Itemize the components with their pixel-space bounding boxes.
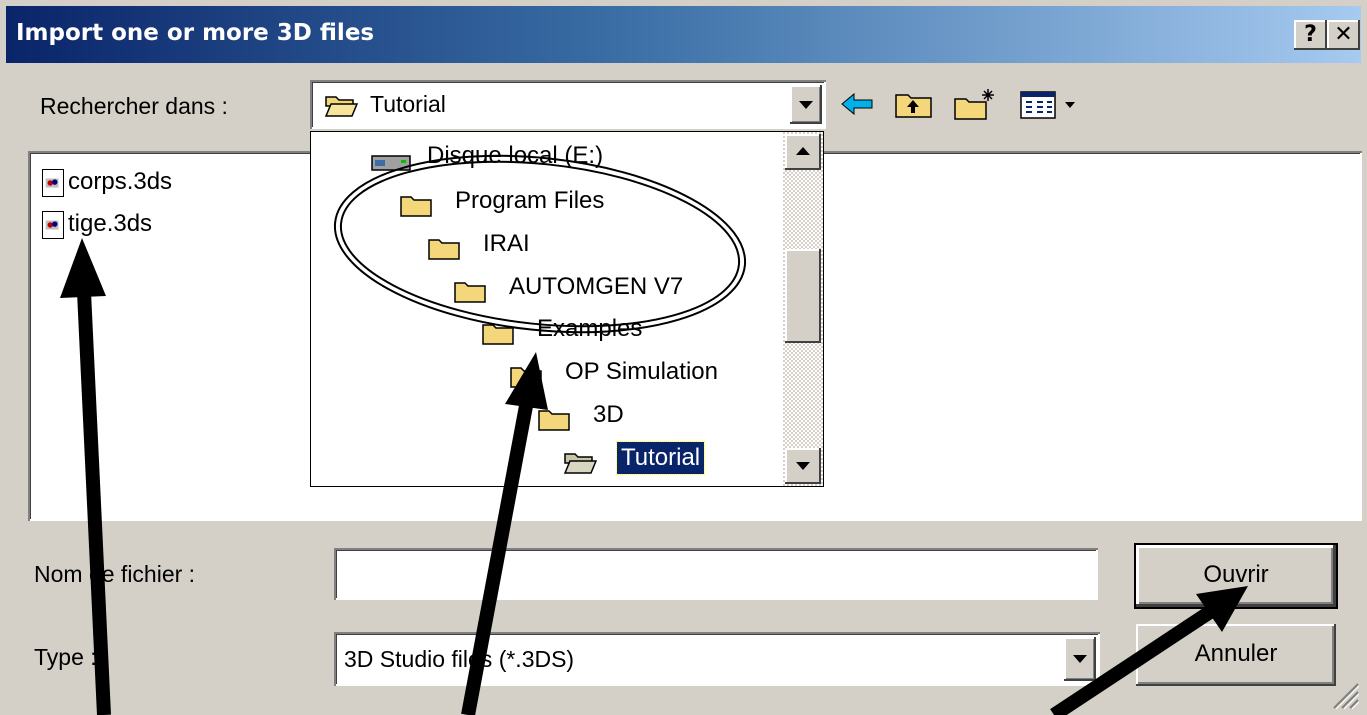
dropdown-item-label: OP Simulation (565, 358, 718, 385)
open-button[interactable]: Ouvrir (1134, 543, 1338, 609)
scroll-thumb[interactable] (785, 249, 821, 343)
dropdown-item-label: Examples (537, 315, 643, 342)
dropdown-item-label: Tutorial (615, 441, 706, 475)
folder-icon (510, 367, 542, 388)
look-in-combo[interactable]: Tutorial (310, 80, 826, 129)
view-menu-icon[interactable] (1018, 86, 1088, 122)
filetype-combo[interactable]: 3D Studio files (*.3DS) (334, 632, 1100, 686)
look-in-dropdown-button[interactable] (790, 85, 822, 124)
title-bar[interactable]: Import one or more 3D files ? ✕ (6, 6, 1361, 63)
window-title: Import one or more 3D files (16, 20, 375, 46)
filename-label: Nom de fichier : (34, 561, 196, 587)
up-one-level-icon[interactable] (893, 86, 935, 122)
3ds-file-icon (42, 211, 64, 239)
3ds-file-icon (42, 169, 64, 197)
folder-icon (482, 324, 514, 345)
folder-icon (400, 196, 432, 217)
new-folder-icon[interactable] (952, 86, 998, 122)
dropdown-item-label: Program Files (455, 187, 605, 214)
scroll-down-button[interactable] (785, 448, 821, 484)
import-dialog: Import one or more 3D files ? ✕ Recherch… (0, 0, 1367, 715)
dropdown-item-label: Disque local (E:) (427, 142, 604, 169)
dropdown-item-label: 3D (593, 401, 624, 428)
look-in-dropdown-list[interactable]: Disque local (E:) Program Files IRAI AUT… (310, 131, 824, 487)
look-in-label: Rechercher dans : (40, 93, 228, 119)
close-button[interactable]: ✕ (1327, 20, 1360, 50)
filetype-dropdown-button[interactable] (1064, 637, 1096, 681)
folder-icon (454, 282, 486, 303)
filetype-label: Type : (34, 644, 97, 670)
file-name: tige.3ds (68, 210, 153, 237)
cancel-button[interactable]: Annuler (1136, 624, 1336, 686)
back-arrow-icon[interactable] (838, 86, 878, 122)
look-in-value: Tutorial (370, 91, 446, 117)
open-folder-icon (563, 453, 597, 474)
open-folder-icon (324, 96, 358, 117)
drive-icon (371, 155, 411, 171)
dropdown-item-label: IRAI (483, 230, 530, 257)
file-name: corps.3ds (68, 168, 173, 195)
scroll-up-button[interactable] (785, 134, 821, 170)
filename-input[interactable] (334, 548, 1098, 600)
help-button[interactable]: ? (1294, 20, 1327, 50)
folder-icon (428, 239, 460, 260)
dropdown-item-label: AUTOMGEN V7 (509, 273, 684, 300)
folder-icon (538, 410, 570, 431)
filetype-value: 3D Studio files (*.3DS) (344, 646, 575, 672)
dropdown-scrollbar[interactable] (783, 132, 823, 486)
size-grip-icon[interactable] (1328, 680, 1362, 712)
